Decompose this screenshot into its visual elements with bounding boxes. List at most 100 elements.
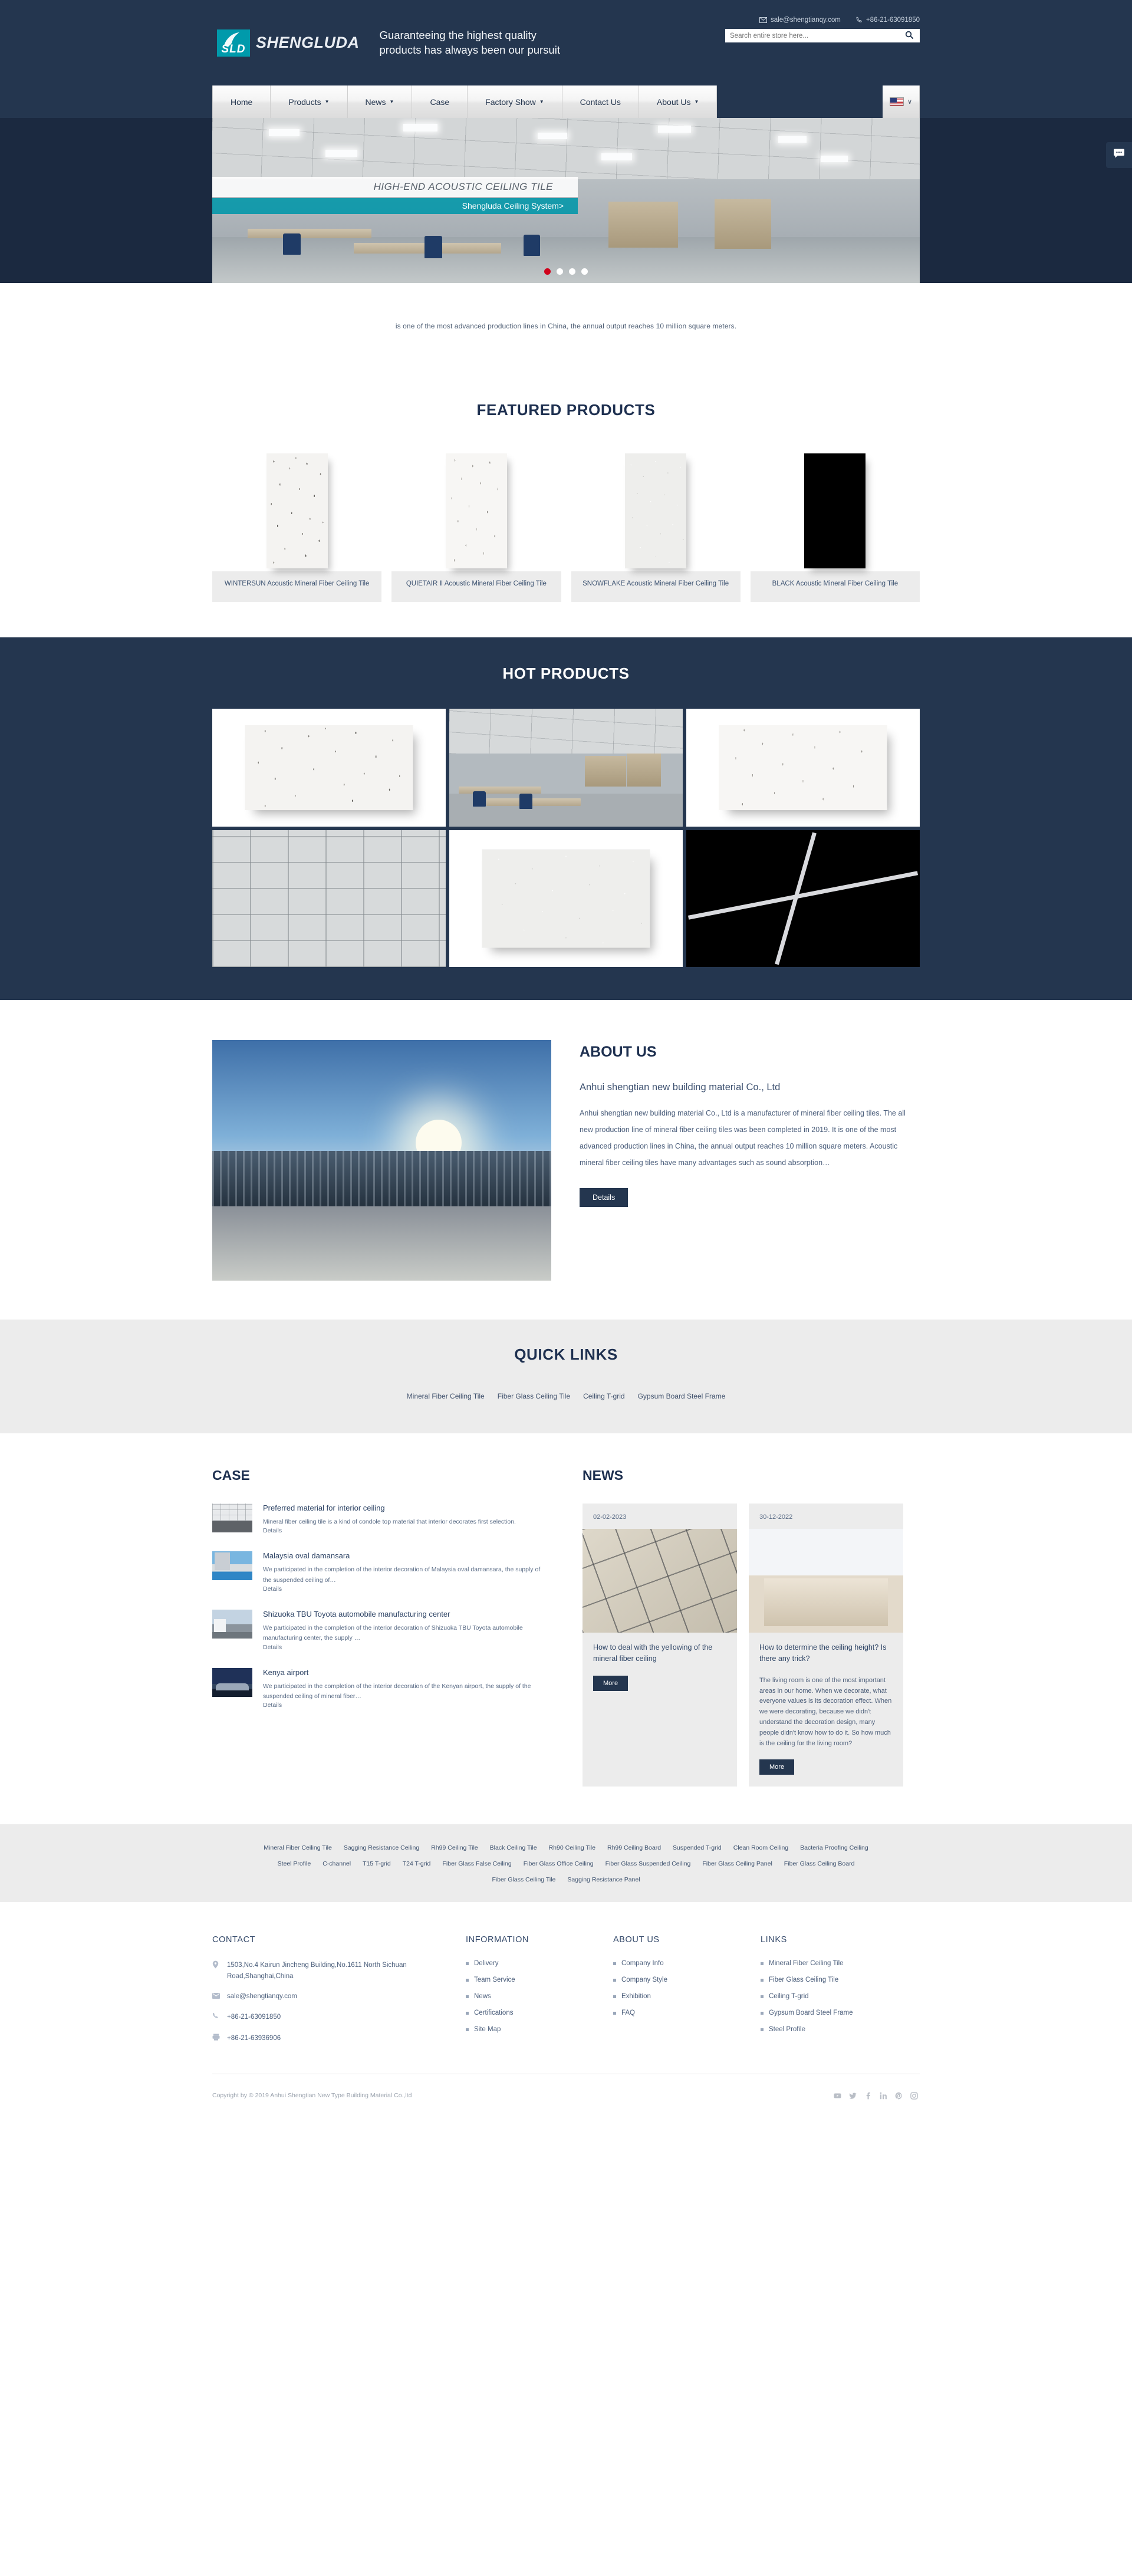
footer-link[interactable]: FAQ — [613, 2009, 761, 2016]
footer-tag-link[interactable]: Mineral Fiber Ceiling Tile — [264, 1844, 332, 1851]
footer-phone-line[interactable]: +86-21-63091850 — [212, 2012, 466, 2024]
footer-tag-link[interactable]: T15 T-grid — [363, 1860, 391, 1867]
footer-tag-link[interactable]: Fiber Glass Ceiling Board — [784, 1860, 855, 1867]
footer-tag-link[interactable]: Fiber Glass Office Ceiling — [524, 1860, 594, 1867]
footer-link[interactable]: Team Service — [466, 1976, 613, 1983]
footer-tag-link[interactable]: Rh90 Ceiling Tile — [549, 1844, 595, 1851]
carousel-dot-1[interactable] — [544, 268, 551, 275]
footer-phone[interactable]: +86-21-63091850 — [227, 2012, 281, 2024]
hot-product-cell[interactable] — [449, 709, 683, 827]
nav-item-home[interactable]: Home — [212, 85, 271, 118]
product-name: QUIETAIR Ⅱ Acoustic Mineral Fiber Ceilin… — [391, 571, 561, 602]
nav-item-contact-us[interactable]: Contact Us — [562, 85, 639, 118]
youtube-icon[interactable] — [831, 2090, 843, 2101]
featured-product-card[interactable]: BLACK Acoustic Mineral Fiber Ceiling Til… — [750, 450, 920, 602]
nav-item-case[interactable]: Case — [412, 85, 468, 118]
footer-tag-link[interactable]: C-channel — [323, 1860, 351, 1867]
footer-tag-link[interactable]: Steel Profile — [278, 1860, 311, 1867]
about-details-button[interactable]: Details — [580, 1187, 628, 1207]
footer-tag-link[interactable]: Fiber Glass Suspended Ceiling — [606, 1860, 691, 1867]
case-list-item[interactable]: Malaysia oval damansara We participated i… — [212, 1551, 549, 1593]
carousel-dot-4[interactable] — [581, 268, 588, 275]
language-selector[interactable]: ∨ — [882, 85, 920, 118]
hot-product-cell[interactable] — [686, 830, 920, 967]
footer-links-column: LINKS Mineral Fiber Ceiling Tile Fiber Gl… — [761, 1935, 908, 2054]
case-list-item[interactable]: Kenya airport We participated in the comp… — [212, 1667, 549, 1709]
footer-link[interactable]: Certifications — [466, 2009, 613, 2016]
hot-product-cell[interactable] — [212, 830, 446, 967]
footer-link[interactable]: Delivery — [466, 1960, 613, 1967]
featured-product-card[interactable]: QUIETAIR Ⅱ Acoustic Mineral Fiber Ceilin… — [391, 450, 561, 602]
news-more-button[interactable]: More — [593, 1675, 628, 1691]
quick-link[interactable]: Ceiling T-grid — [583, 1392, 624, 1400]
footer-link[interactable]: Steel Profile — [761, 2026, 908, 2033]
search-input[interactable] — [725, 29, 899, 42]
case-thumbnail — [212, 1609, 252, 1639]
case-details-link[interactable]: Details — [263, 1644, 549, 1651]
instagram-icon[interactable] — [908, 2090, 920, 2101]
featured-product-card[interactable]: WINTERSUN Acoustic Mineral Fiber Ceiling… — [212, 450, 382, 602]
carousel-dot-2[interactable] — [557, 268, 563, 275]
case-details-link[interactable]: Details — [263, 1702, 549, 1709]
footer-link[interactable]: Exhibition — [613, 1993, 761, 2000]
news-card[interactable]: 02-02-2023 How to deal with the yellowing… — [583, 1504, 737, 1787]
news-card[interactable]: 30-12-2022 How to determine the ceiling h… — [749, 1504, 903, 1787]
hot-product-cell[interactable] — [212, 709, 446, 827]
footer-tag-link[interactable]: Fiber Glass Ceiling Tile — [492, 1876, 555, 1883]
chat-float-button[interactable] — [1106, 142, 1132, 168]
footer-email-line[interactable]: sale@shengtianqy.com — [212, 1991, 466, 2003]
nav-item-about-us[interactable]: About Us ▼ — [639, 85, 718, 118]
footer-link[interactable]: Company Info — [613, 1960, 761, 1967]
bullet-icon — [613, 2011, 616, 2015]
nav-item-factory-show[interactable]: Factory Show ▼ — [468, 85, 562, 118]
footer-tag-link[interactable]: Sagging Resistance Panel — [567, 1876, 640, 1883]
footer-tag-link[interactable]: Rh99 Ceiling Board — [607, 1844, 661, 1851]
case-details-link[interactable]: Details — [263, 1585, 549, 1593]
nav-item-news[interactable]: News ▼ — [347, 85, 413, 118]
quick-links-title: QUICK LINKS — [514, 1345, 618, 1363]
product-name: SNOWFLAKE Acoustic Mineral Fiber Ceiling… — [571, 571, 741, 602]
pinterest-icon[interactable] — [893, 2090, 904, 2101]
footer-tag-link[interactable]: Bacteria Proofing Ceiling — [800, 1844, 868, 1851]
hot-product-cell[interactable] — [449, 830, 683, 967]
footer-tag-link[interactable]: Fiber Glass Ceiling Panel — [702, 1860, 772, 1867]
hot-product-cell[interactable] — [686, 709, 920, 827]
about-company-name: Anhui shengtian new building material Co… — [580, 1082, 781, 1093]
site-logo[interactable]: SLD SHENGLUDA — [217, 29, 360, 57]
quick-link[interactable]: Gypsum Board Steel Frame — [638, 1392, 726, 1400]
case-details-link[interactable]: Details — [263, 1527, 549, 1534]
quick-link[interactable]: Mineral Fiber Ceiling Tile — [407, 1392, 485, 1400]
footer-tag-link[interactable]: Black Ceiling Tile — [490, 1844, 537, 1851]
facebook-icon[interactable] — [862, 2090, 874, 2101]
footer-tag-link[interactable]: Sagging Resistance Ceiling — [344, 1844, 419, 1851]
footer-tag-link[interactable]: Rh99 Ceiling Tile — [431, 1844, 478, 1851]
nav-item-label: News — [365, 97, 386, 107]
twitter-icon[interactable] — [847, 2090, 858, 2101]
header-phone[interactable]: +86-21-63091850 — [866, 17, 920, 24]
case-title: CASE — [212, 1468, 250, 1483]
footer-link[interactable]: Company Style — [613, 1976, 761, 1983]
footer-link[interactable]: Fiber Glass Ceiling Tile — [761, 1976, 908, 1983]
footer-link[interactable]: Mineral Fiber Ceiling Tile — [761, 1960, 908, 1967]
search-button[interactable] — [899, 29, 920, 42]
footer-link[interactable]: Gypsum Board Steel Frame — [761, 2009, 908, 2016]
case-list-item[interactable]: Preferred material for interior ceiling M… — [212, 1504, 549, 1534]
news-more-button[interactable]: More — [759, 1759, 795, 1775]
footer-tag-link[interactable]: Suspended T-grid — [673, 1844, 722, 1851]
footer-tag-link[interactable]: Fiber Glass False Ceiling — [442, 1860, 511, 1867]
quick-link[interactable]: Fiber Glass Ceiling Tile — [498, 1392, 570, 1400]
footer-link[interactable]: News — [466, 1993, 613, 2000]
footer-link[interactable]: Site Map — [466, 2026, 613, 2033]
footer-links-heading: LINKS — [761, 1935, 787, 1945]
linkedin-icon[interactable] — [877, 2090, 889, 2101]
footer-email[interactable]: sale@shengtianqy.com — [227, 1991, 297, 2003]
nav-item-products[interactable]: Products ▼ — [271, 85, 348, 118]
footer-tag-link[interactable]: T24 T-grid — [403, 1860, 431, 1867]
case-list-item[interactable]: Shizuoka TBU Toyota automobile manufactu… — [212, 1609, 549, 1651]
featured-product-card[interactable]: SNOWFLAKE Acoustic Mineral Fiber Ceiling… — [571, 450, 741, 602]
footer-tag-link[interactable]: Clean Room Ceiling — [733, 1844, 788, 1851]
footer-link[interactable]: Ceiling T-grid — [761, 1993, 908, 2000]
footer-link-label: Steel Profile — [769, 2026, 806, 2034]
header-email[interactable]: sale@shengtianqy.com — [771, 17, 841, 24]
carousel-dot-3[interactable] — [569, 268, 575, 275]
